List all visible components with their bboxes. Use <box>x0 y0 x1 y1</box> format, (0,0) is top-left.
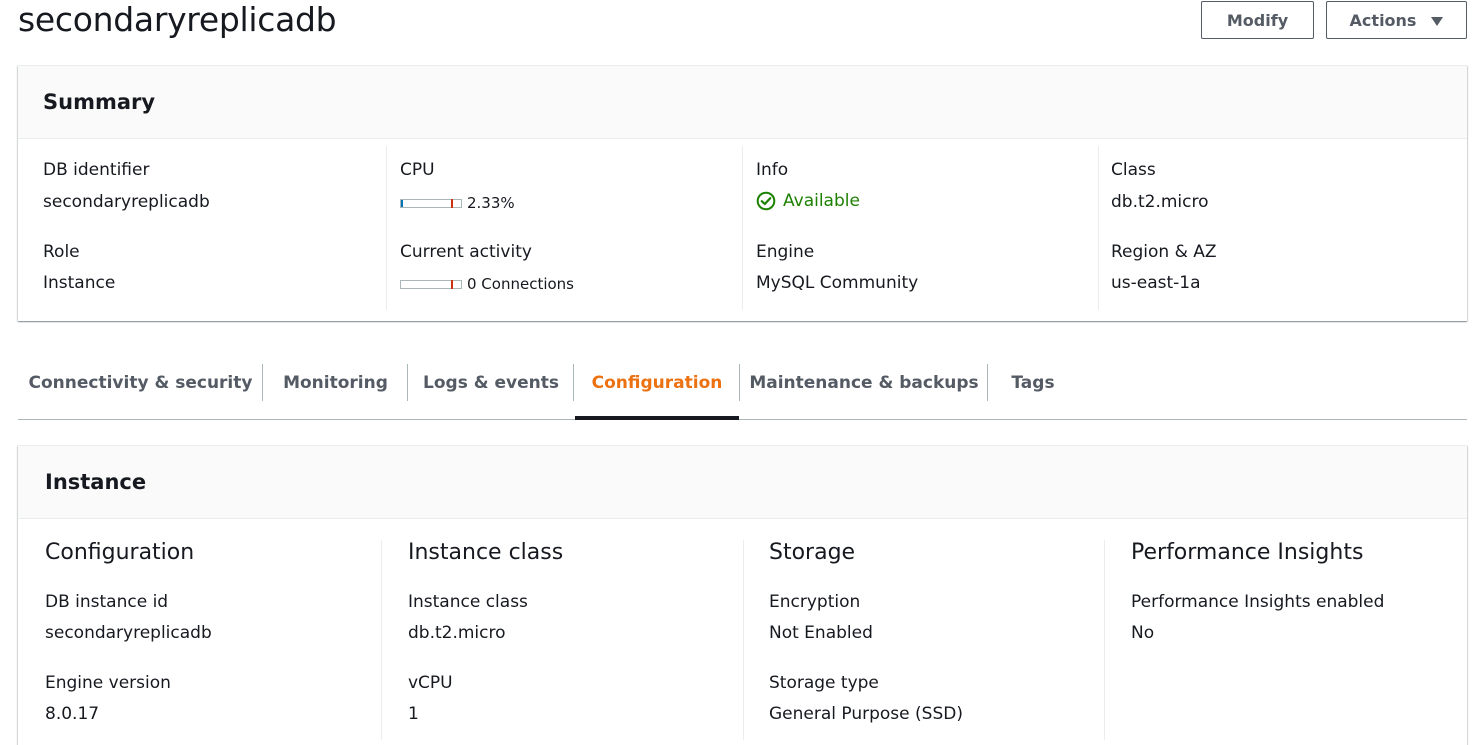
configuration-column: Configuration DB instance id secondaryre… <box>18 540 381 740</box>
tab-label: Monitoring <box>283 372 388 393</box>
tab-label: Tags <box>1011 372 1055 393</box>
summary-panel: Summary DB identifier secondaryreplicadb… <box>18 65 1467 321</box>
cpu-meter-threshold <box>451 199 453 208</box>
tab-label: Maintenance & backups <box>749 372 979 393</box>
performance-insights-enabled-label: Performance Insights enabled <box>1131 592 1385 612</box>
info-status-value: Available <box>783 191 860 211</box>
page-title: secondaryreplicadb <box>18 0 337 39</box>
current-activity-value[interactable]: 0 Connections <box>467 275 574 293</box>
tab-maintenance-backups[interactable]: Maintenance & backups <box>740 346 988 419</box>
modify-button-label: Modify <box>1226 10 1289 30</box>
vcpu-label: vCPU <box>408 673 453 693</box>
summary-title: Summary <box>43 90 156 114</box>
summary-column-identifier: DB identifier secondaryreplicadb Role In… <box>18 146 386 310</box>
instance-title: Instance <box>45 470 147 494</box>
actions-button-label: Actions <box>1349 10 1417 30</box>
vcpu-value: 1 <box>408 704 419 724</box>
class-value: db.t2.micro <box>1111 192 1209 212</box>
tab-label: Configuration <box>591 372 723 393</box>
caret-down-icon <box>1431 16 1444 26</box>
db-identifier-value: secondaryreplicadb <box>43 192 210 212</box>
region-az-label: Region & AZ <box>1111 242 1217 262</box>
instance-class-column: Instance class Instance class db.t2.micr… <box>381 540 743 740</box>
summary-column-class: Class db.t2.micro Region & AZ us-east-1a <box>1098 146 1466 310</box>
tab-connectivity-security[interactable]: Connectivity & security <box>18 346 263 419</box>
encryption-value: Not Enabled <box>769 623 873 643</box>
engine-value: MySQL Community <box>756 273 919 293</box>
modify-button[interactable]: Modify <box>1201 1 1314 39</box>
db-instance-id-value: secondaryreplicadb <box>45 623 212 643</box>
actions-dropdown-button[interactable]: Actions <box>1326 1 1467 39</box>
cpu-meter-fill <box>401 200 403 207</box>
cpu-label: CPU <box>400 160 435 180</box>
db-identifier-label: DB identifier <box>43 160 150 180</box>
tab-divider <box>573 364 574 401</box>
tab-label: Logs & events <box>423 372 559 393</box>
summary-column-cpu: CPU 2.33% Current activity 0 Connections <box>386 146 742 310</box>
detail-tabs: Connectivity & security Monitoring Logs … <box>18 346 1467 420</box>
role-label: Role <box>43 242 80 262</box>
current-activity-label: Current activity <box>400 242 532 262</box>
check-circle-icon <box>756 191 776 211</box>
performance-insights-column: Performance Insights Performance Insight… <box>1104 540 1466 740</box>
storage-type-label: Storage type <box>769 673 879 693</box>
tab-configuration[interactable]: Configuration <box>575 346 739 420</box>
engine-version-value: 8.0.17 <box>45 704 100 724</box>
instance-header: Instance <box>18 446 1467 519</box>
summary-header: Summary <box>18 66 1467 139</box>
status-badge: Available <box>756 191 860 211</box>
storage-type-value: General Purpose (SSD) <box>769 704 963 724</box>
region-az-value: us-east-1a <box>1111 273 1201 293</box>
connections-meter <box>400 280 462 289</box>
instance-panel: Instance Configuration DB instance id se… <box>18 445 1467 745</box>
storage-title: Storage <box>769 540 856 565</box>
storage-column: Storage Encryption Not Enabled Storage t… <box>743 540 1104 740</box>
instance-class-value: db.t2.micro <box>408 623 506 643</box>
tab-label: Connectivity & security <box>28 372 253 393</box>
instance-class-label: Instance class <box>408 592 528 612</box>
cpu-value: 2.33% <box>467 194 515 212</box>
cpu-meter <box>400 199 462 208</box>
summary-column-info: Info Available Engine MySQL Community <box>742 146 1098 310</box>
role-value: Instance <box>43 273 116 293</box>
configuration-title: Configuration <box>45 540 195 565</box>
connections-meter-threshold <box>451 280 453 289</box>
encryption-label: Encryption <box>769 592 861 612</box>
db-instance-id-label: DB instance id <box>45 592 169 612</box>
tab-monitoring[interactable]: Monitoring <box>263 346 408 419</box>
engine-label: Engine <box>756 242 815 262</box>
tab-logs-events[interactable]: Logs & events <box>408 346 574 419</box>
summary-grid: DB identifier secondaryreplicadb Role In… <box>18 140 1467 322</box>
performance-insights-enabled-value: No <box>1131 623 1155 643</box>
info-label: Info <box>756 160 789 180</box>
performance-insights-title: Performance Insights <box>1131 540 1364 565</box>
class-label: Class <box>1111 160 1156 180</box>
tab-tags[interactable]: Tags <box>988 346 1078 419</box>
engine-version-label: Engine version <box>45 673 171 693</box>
instance-class-title: Instance class <box>408 540 564 565</box>
